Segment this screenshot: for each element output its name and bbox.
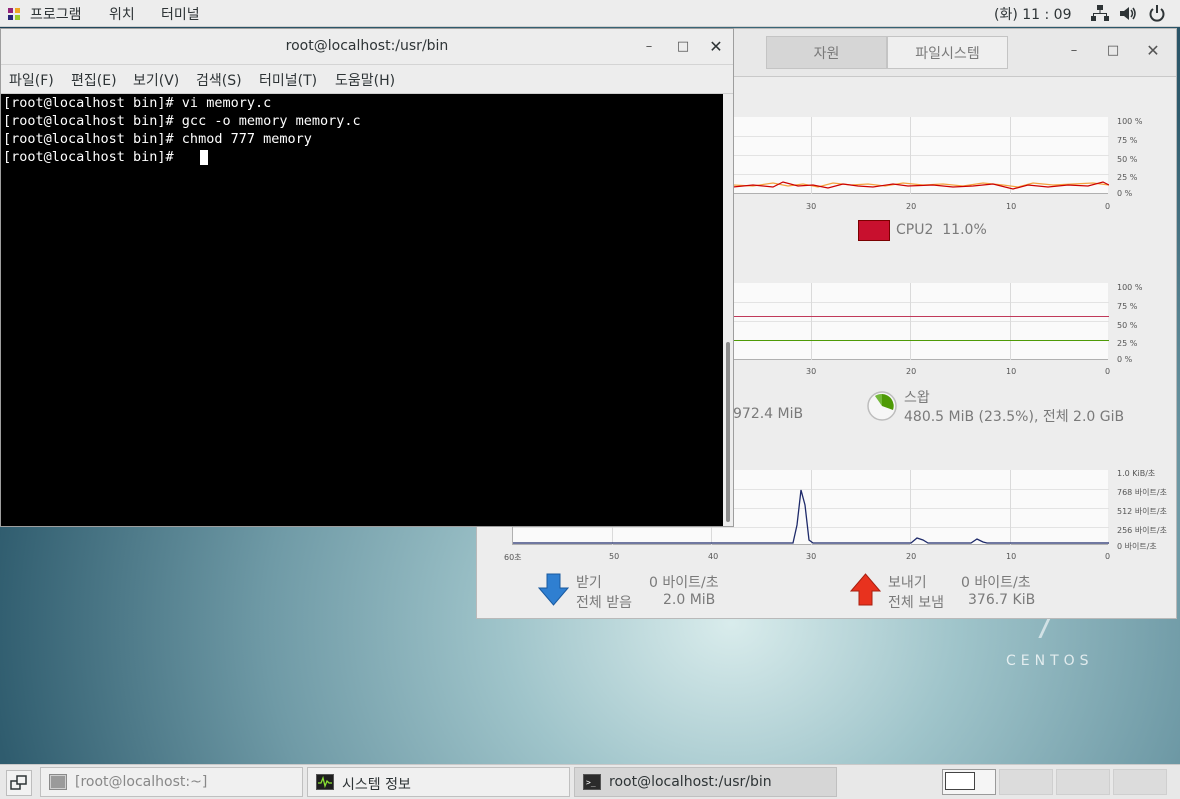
send-label: 보내기	[888, 575, 927, 591]
workspace-3[interactable]	[1056, 769, 1110, 795]
taskbar: [root@localhost:~] 시스템 정보 >_ root@localh…	[0, 764, 1180, 799]
system-monitor-icon	[316, 774, 334, 790]
terminal-scrollbar[interactable]	[723, 94, 733, 526]
close-icon[interactable]: ✕	[1143, 41, 1163, 61]
receive-total-label: 전체 받음	[576, 595, 632, 611]
mem-y-tick: 50 %	[1117, 321, 1138, 330]
receive-total: 2.0 MiB	[663, 592, 716, 608]
volume-icon[interactable]	[1119, 5, 1137, 22]
clock[interactable]: (화) 11 : 09	[994, 4, 1072, 24]
menu-terminal[interactable]: 터미널(T)	[259, 70, 317, 90]
network-icon[interactable]	[1091, 5, 1109, 22]
terminal-icon	[49, 774, 67, 790]
mem-x-tick: 0	[1105, 367, 1111, 376]
maximize-icon[interactable]: □	[1103, 41, 1123, 61]
terminal-icon: >_	[583, 774, 601, 790]
net-x-tick: 20	[906, 552, 917, 561]
workspace-1[interactable]	[942, 769, 996, 795]
top-bar: 프로그램 위치 터미널 (화) 11 : 09	[0, 0, 1180, 27]
cpu2-color-swatch[interactable]	[858, 220, 890, 241]
net-y-tick: 1.0 KiB/초	[1117, 469, 1156, 478]
terminal-titlebar[interactable]: root@localhost:/usr/bin – □ ✕	[1, 29, 733, 65]
swap-pie-icon[interactable]	[866, 390, 898, 422]
mem-y-tick: 0 %	[1117, 355, 1133, 364]
menu-programs[interactable]: 프로그램	[30, 4, 82, 24]
text-cursor	[200, 150, 208, 165]
send-total: 376.7 KiB	[968, 592, 1036, 608]
terminal-line: [root@localhost bin]# vi memory.c	[3, 95, 272, 111]
menu-search[interactable]: 검색(S)	[196, 70, 242, 90]
net-x-tick: 30	[806, 552, 817, 561]
show-desktop-icon[interactable]	[6, 770, 32, 796]
task-label: 시스템 정보	[342, 777, 411, 793]
net-y-tick: 768 바이트/초	[1117, 488, 1167, 497]
swap-value: 480.5 MiB (23.5%), 전체 2.0 GiB	[904, 409, 1125, 425]
receive-label: 받기	[576, 575, 602, 591]
menu-view[interactable]: 보기(V)	[133, 70, 179, 90]
cpu-y-tick: 75 %	[1117, 136, 1138, 145]
terminal-line: [root@localhost bin]#	[3, 149, 182, 165]
power-icon[interactable]	[1148, 5, 1166, 22]
net-x-tick: 0	[1105, 552, 1111, 561]
menu-edit[interactable]: 편집(E)	[71, 70, 117, 90]
memory-value-partial: 972.4 MiB	[733, 406, 804, 422]
minimize-icon[interactable]: –	[639, 37, 659, 57]
terminal-window[interactable]: root@localhost:/usr/bin – □ ✕ 파일(F) 편집(E…	[0, 28, 734, 527]
cpu2-legend: CPU2 11.0%	[896, 222, 987, 238]
swap-label: 스왑	[904, 390, 930, 406]
applications-icon[interactable]	[8, 8, 20, 20]
tab-filesystems[interactable]: 파일시스템	[887, 36, 1008, 69]
terminal-menubar: 파일(F) 편집(E) 보기(V) 검색(S) 터미널(T) 도움말(H)	[1, 65, 733, 94]
mem-x-tick: 20	[906, 367, 917, 376]
mem-y-tick: 100 %	[1117, 283, 1143, 292]
net-x-tick: 40	[708, 552, 719, 561]
scrollbar-thumb[interactable]	[726, 342, 730, 522]
cpu-x-tick: 30	[806, 202, 817, 211]
task-terminal-usr-bin[interactable]: >_ root@localhost:/usr/bin	[574, 767, 837, 797]
net-y-tick: 256 바이트/초	[1117, 526, 1167, 535]
cpu-y-tick: 0 %	[1117, 189, 1133, 198]
cpu-y-tick: 100 %	[1117, 117, 1143, 126]
mem-y-tick: 25 %	[1117, 339, 1138, 348]
centos-logo-mark	[1038, 618, 1051, 638]
net-x-tick: 50	[609, 552, 620, 561]
workspace-4[interactable]	[1113, 769, 1167, 795]
terminal-line: [root@localhost bin]# chmod 777 memory	[3, 131, 312, 147]
cpu-x-tick: 10	[1006, 202, 1017, 211]
net-y-tick: 512 바이트/초	[1117, 507, 1167, 516]
tab-resources[interactable]: 자원	[766, 36, 887, 69]
send-rate: 0 바이트/초	[961, 575, 1031, 591]
task-terminal-home[interactable]: [root@localhost:~]	[40, 767, 303, 797]
menu-file[interactable]: 파일(F)	[9, 70, 54, 90]
receive-arrow-icon[interactable]	[538, 573, 569, 606]
send-arrow-icon[interactable]	[850, 573, 881, 606]
mem-x-tick: 10	[1006, 367, 1017, 376]
task-system-monitor[interactable]: 시스템 정보	[307, 767, 570, 797]
send-total-label: 전체 보냄	[888, 595, 944, 611]
terminal-line: [root@localhost bin]# gcc -o memory memo…	[3, 113, 361, 129]
terminal-screen[interactable]: [root@localhost bin]# vi memory.c [root@…	[1, 94, 723, 526]
task-label: [root@localhost:~]	[75, 774, 208, 790]
mem-y-tick: 75 %	[1117, 302, 1138, 311]
menu-help[interactable]: 도움말(H)	[335, 70, 395, 90]
menu-terminal[interactable]: 터미널	[161, 4, 200, 24]
cpu-x-tick: 0	[1105, 202, 1111, 211]
svg-text:>_: >_	[586, 778, 596, 787]
net-x-tick: 10	[1006, 552, 1017, 561]
net-y-tick: 0 바이트/초	[1117, 542, 1157, 551]
close-icon[interactable]: ✕	[706, 37, 726, 57]
centos-brand: CENTOS	[1006, 653, 1094, 669]
workspace-2[interactable]	[999, 769, 1053, 795]
cpu-y-tick: 25 %	[1117, 173, 1138, 182]
cpu-x-tick: 20	[906, 202, 917, 211]
mem-x-tick: 30	[806, 367, 817, 376]
terminal-title: root@localhost:/usr/bin	[285, 38, 449, 54]
menu-places[interactable]: 위치	[109, 4, 135, 24]
maximize-icon[interactable]: □	[673, 37, 693, 57]
task-label: root@localhost:/usr/bin	[609, 774, 772, 790]
receive-rate: 0 바이트/초	[649, 575, 719, 591]
minimize-icon[interactable]: –	[1064, 41, 1084, 61]
cpu-y-tick: 50 %	[1117, 155, 1138, 164]
net-x-tick: 60초	[504, 553, 522, 562]
